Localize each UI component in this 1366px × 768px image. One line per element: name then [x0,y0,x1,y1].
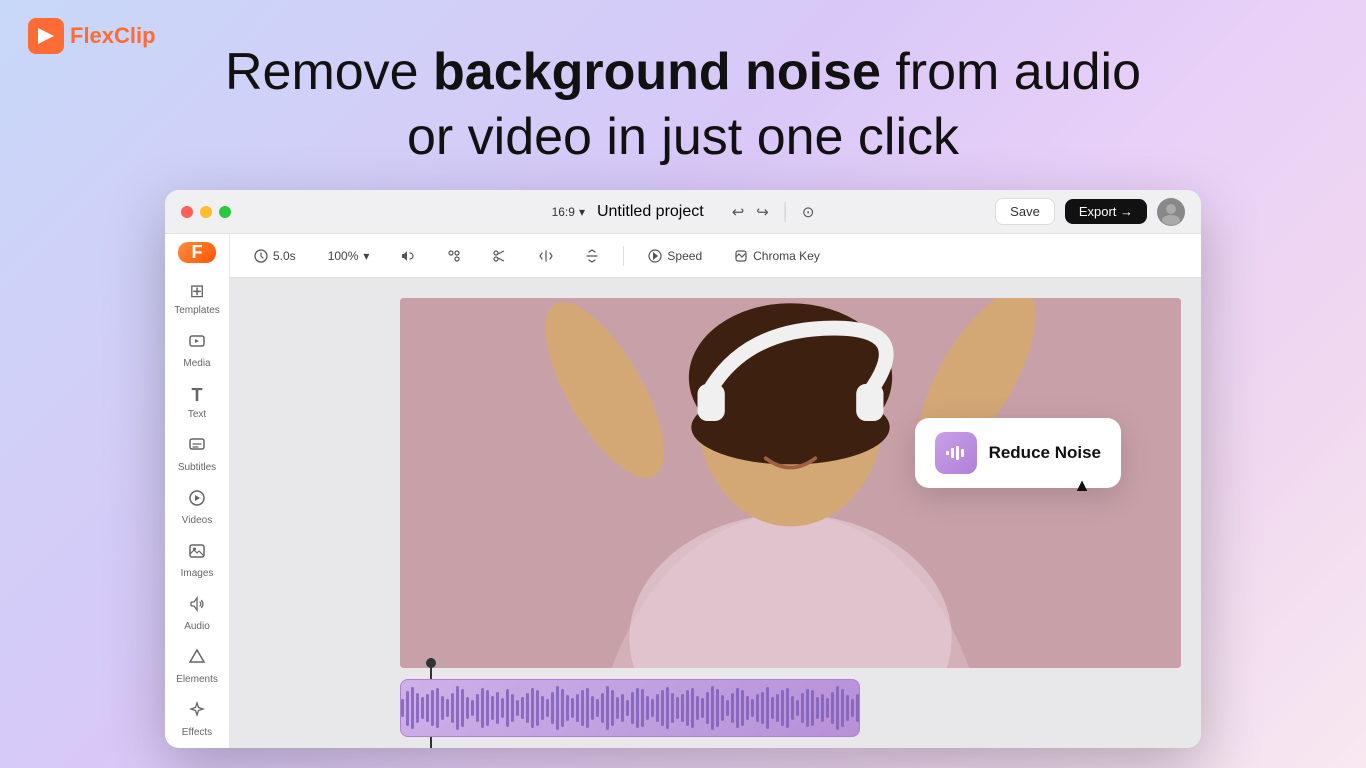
redo-icon[interactable]: ↪ [756,203,769,221]
zoom-chevron: ▾ [363,249,369,263]
record-icon[interactable]: ⊙ [802,203,815,221]
headline: Remove background noise from audio or vi… [0,40,1366,170]
reduce-noise-popup: Reduce Noise ▲ [915,418,1121,488]
sidebar-logo: F [178,242,216,263]
flip-h-icon [539,249,553,263]
ratio-selector[interactable]: 16:9 ▾ [552,205,585,219]
headline-line1-end: from audio [881,43,1141,101]
text-label: Text [188,409,206,420]
sidebar-item-templates[interactable]: ⊞ Templates [165,275,229,322]
audio-label: Audio [184,621,210,632]
traffic-lights [181,206,231,218]
audio-icon [188,595,206,618]
ratio-value: 16:9 [552,205,575,219]
flip-v-icon [585,249,599,263]
sidebar-item-images[interactable]: Images [165,536,229,585]
waveform-bars [400,680,860,736]
sidebar-item-videos[interactable]: Videos [165,483,229,532]
app-window: 16:9 ▾ Untitled project ↩ ↪ ⊙ Save Expor… [165,190,1201,748]
text-icon: T [192,385,203,406]
canvas-area: Reduce Noise ▲ [230,278,1201,748]
reduce-noise-label: Reduce Noise [989,443,1101,463]
toolbar-volume[interactable] [393,245,423,267]
elements-label: Elements [176,674,218,685]
sidebar-item-media[interactable]: Media [165,326,229,375]
headline-line1-plain: Remove [225,43,433,101]
subtitles-label: Subtitles [178,462,216,473]
sidebar-item-audio[interactable]: Audio [165,589,229,638]
volume-icon [401,249,415,263]
cursor-icon: ▲ [1073,475,1091,496]
subtitles-icon [188,436,206,459]
headline-bold: background noise [433,43,881,101]
scissors-icon [493,249,507,263]
videos-label: Videos [182,515,212,526]
toolbar-duration[interactable]: 5.0s [246,245,304,267]
toolbar-chroma[interactable]: Chroma Key [726,245,828,267]
audio-waveform[interactable] [400,679,860,737]
zoom-value: 100% [328,249,359,263]
toolbar-flip-v[interactable] [577,245,607,267]
timeline [230,668,1201,748]
effects-icon [188,701,206,724]
toolbar-adjust[interactable] [439,245,469,267]
video-canvas: Reduce Noise ▲ [400,298,1181,668]
templates-label: Templates [174,305,220,316]
title-bar-center: 16:9 ▾ Untitled project ↩ ↪ ⊙ [552,202,815,222]
ratio-chevron: ▾ [579,205,585,219]
images-icon [188,542,206,565]
reduce-noise-icon-bg [935,432,977,474]
divider [785,202,786,222]
sidebar-item-effects[interactable]: Effects [165,695,229,744]
videos-icon [188,489,206,512]
traffic-light-maximize[interactable] [219,206,231,218]
save-button[interactable]: Save [995,198,1055,225]
headline-line2: or video in just one click [407,108,959,166]
adjust-icon [447,249,461,263]
duration-value: 5.0s [273,249,296,263]
sidebar-item-subtitles[interactable]: Subtitles [165,430,229,479]
toolbar-speed[interactable]: Speed [640,245,710,267]
title-bar-right: Save Export → [995,198,1185,226]
sidebar: F ⊞ Templates Media T Text Subtitles [165,234,230,748]
toolbar-flip-h[interactable] [531,245,561,267]
effects-label: Effects [182,727,212,738]
media-label: Media [183,358,210,369]
toolbar-trim[interactable] [485,245,515,267]
title-bar-icons: ↩ ↪ ⊙ [732,202,815,222]
chroma-icon [734,249,748,263]
speed-label: Speed [667,249,702,263]
content-area: 5.0s 100% ▾ [230,234,1201,748]
title-bar: 16:9 ▾ Untitled project ↩ ↪ ⊙ Save Expor… [165,190,1201,234]
elements-icon [188,648,206,671]
chroma-label: Chroma Key [753,249,820,263]
export-button[interactable]: Export → [1065,199,1147,224]
images-label: Images [181,568,214,579]
media-icon [188,332,206,355]
toolbar-separator [623,246,624,266]
speed-icon [648,249,662,263]
toolbar: 5.0s 100% ▾ [230,234,1201,278]
toolbar-zoom[interactable]: 100% ▾ [320,245,378,267]
sidebar-item-text[interactable]: T Text [165,379,229,426]
reduce-noise-waveform-icon [944,441,968,465]
traffic-light-minimize[interactable] [200,206,212,218]
traffic-light-close[interactable] [181,206,193,218]
project-title: Untitled project [597,203,704,221]
user-avatar[interactable] [1157,198,1185,226]
undo-icon[interactable]: ↩ [732,203,745,221]
sidebar-item-elements[interactable]: Elements [165,642,229,691]
templates-icon: ⊞ [189,281,204,302]
clock-icon [254,249,268,263]
app-body: F ⊞ Templates Media T Text Subtitles [165,234,1201,748]
